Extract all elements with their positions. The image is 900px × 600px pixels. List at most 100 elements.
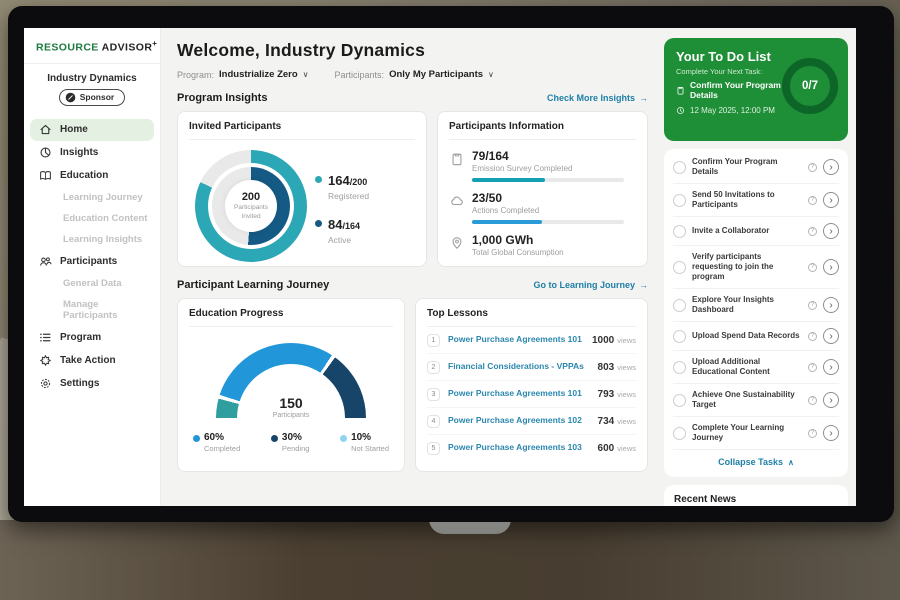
lesson-views-suffix: views [617, 444, 636, 453]
sidebar-item[interactable]: Manage Participants [30, 295, 154, 326]
filter-dropdown[interactable]: Program: Industrialize Zero ∨ [177, 69, 309, 80]
lesson-row: 4 Power Purchase Agreements 102 734 view… [427, 408, 636, 435]
card-title: Education Progress [189, 308, 393, 327]
chevron-right-icon[interactable]: › [823, 392, 839, 408]
task-label: Invite a Collaborator [692, 226, 802, 236]
stat-label: Emission Survey Completed [472, 164, 624, 173]
top-lessons-card: Top Lessons 1 Power Purchase Agreements … [415, 298, 648, 472]
lesson-title-link[interactable]: Power Purchase Agreements 101 [448, 389, 598, 398]
lesson-views: 1000 [592, 335, 614, 346]
stat-icon [450, 236, 464, 250]
check-more-insights-link[interactable]: Check More Insights→ [547, 93, 648, 103]
main-content: Welcome, Industry Dynamics Program: Indu… [161, 28, 658, 506]
sponsor-badge[interactable]: Sponsor [59, 89, 125, 106]
legend-label: Completed [204, 444, 240, 453]
sponsor-badge-label: Sponsor [80, 92, 114, 102]
chevron-right-icon[interactable]: › [823, 259, 839, 275]
info-icon[interactable]: ? [808, 263, 817, 272]
section-title-learning-journey: Participant Learning Journey [177, 279, 329, 291]
info-icon[interactable]: ? [808, 363, 817, 372]
task-row[interactable]: Complete Your Learning Journey ? › [673, 417, 839, 450]
app-logo: RESOURCE ADVISOR+ [24, 28, 160, 64]
lesson-title-link[interactable]: Power Purchase Agreements 102 [448, 416, 598, 425]
chevron-down-icon: ∨ [303, 70, 309, 79]
chevron-right-icon[interactable]: › [823, 297, 839, 313]
info-icon[interactable]: ? [808, 301, 817, 310]
sidebar-item[interactable]: Education Content [30, 209, 154, 229]
sidebar-item-icon [39, 331, 52, 344]
gauge-center-label: Participants [216, 412, 366, 419]
legend-label: Not Started [351, 444, 389, 453]
sidebar-item[interactable]: Education [30, 165, 154, 187]
task-row[interactable]: Verify participants requesting to join t… [673, 246, 839, 289]
task-label: Send 50 Invitations to Participants [692, 190, 802, 210]
lesson-row: 2 Financial Considerations - VPPAs 803 v… [427, 354, 636, 381]
recent-news-title: Recent News [674, 494, 838, 506]
filter-dropdown[interactable]: Participants: Only My Participants ∨ [335, 69, 494, 80]
task-checkbox[interactable] [673, 261, 686, 274]
info-icon[interactable]: ? [808, 429, 817, 438]
task-row[interactable]: Confirm Your Program Details ? › [673, 151, 839, 184]
legend-item: 84/164 Active [315, 216, 369, 245]
legend-value: 60% [204, 432, 240, 443]
sidebar-item-label: Education [60, 170, 108, 181]
lesson-title-link[interactable]: Financial Considerations - VPPAs [448, 362, 598, 371]
task-row[interactable]: Invite a Collaborator ? › [673, 217, 839, 246]
chevron-right-icon[interactable]: › [823, 223, 839, 239]
lesson-title-link[interactable]: Power Purchase Agreements 101 [448, 335, 592, 344]
task-label: Verify participants requesting to join t… [692, 252, 802, 282]
sidebar-item[interactable]: Learning Journey [30, 188, 154, 208]
sidebar-item[interactable]: Home [30, 119, 154, 141]
lesson-row: 5 Power Purchase Agreements 103 600 view… [427, 435, 636, 461]
task-row[interactable]: Explore Your Insights Dashboard ? › [673, 289, 839, 322]
lesson-title-link[interactable]: Power Purchase Agreements 103 [448, 443, 598, 452]
info-icon[interactable]: ? [808, 163, 817, 172]
legend-item: 60% Completed [193, 432, 240, 453]
info-icon[interactable]: ? [808, 227, 817, 236]
recent-news-card: Recent News [664, 485, 848, 506]
sidebar-item[interactable]: Participants [30, 251, 154, 273]
task-checkbox[interactable] [673, 299, 686, 312]
task-checkbox[interactable] [673, 161, 686, 174]
lesson-views: 803 [598, 362, 615, 373]
info-icon[interactable]: ? [808, 196, 817, 205]
task-row[interactable]: Send 50 Invitations to Participants ? › [673, 184, 839, 217]
filter-value[interactable]: Only My Participants [389, 69, 483, 80]
task-checkbox[interactable] [673, 361, 686, 374]
task-checkbox[interactable] [673, 194, 686, 207]
chevron-right-icon[interactable]: › [823, 425, 839, 441]
lesson-views: 793 [598, 389, 615, 400]
lesson-views-suffix: views [617, 417, 636, 426]
chevron-right-icon[interactable]: › [823, 359, 839, 375]
info-icon[interactable]: ? [808, 396, 817, 405]
task-checkbox[interactable] [673, 394, 686, 407]
collapse-tasks-link[interactable]: Collapse Tasks∧ [673, 450, 839, 475]
sidebar-item-label: Take Action [60, 355, 116, 366]
go-to-learning-journey-link[interactable]: Go to Learning Journey→ [533, 280, 648, 290]
sidebar-item[interactable]: Program [30, 327, 154, 349]
stat-label: Total Global Consumption [472, 248, 564, 257]
task-row[interactable]: Upload Additional Educational Content ? … [673, 351, 839, 384]
info-icon[interactable]: ? [808, 332, 817, 341]
sidebar-item[interactable]: Settings [30, 373, 154, 395]
gauge-center-value: 150 [216, 395, 366, 411]
sidebar-item[interactable]: Insights [30, 142, 154, 164]
legend-dot [315, 220, 322, 227]
sidebar-item[interactable]: Take Action [30, 350, 154, 372]
sidebar-item-icon [39, 255, 52, 268]
chevron-right-icon[interactable]: › [823, 328, 839, 344]
task-row[interactable]: Upload Spend Data Records ? › [673, 322, 839, 351]
task-checkbox[interactable] [673, 330, 686, 343]
dashboard-screen: RESOURCE ADVISOR+ Industry Dynamics Spon… [24, 28, 856, 506]
chevron-right-icon[interactable]: › [823, 159, 839, 175]
sidebar-item[interactable]: Learning Insights [30, 230, 154, 250]
filter-value[interactable]: Industrialize Zero [219, 69, 298, 80]
todo-header-card: Your To Do List Complete Your Next Task:… [664, 38, 848, 141]
task-checkbox[interactable] [673, 225, 686, 238]
chevron-right-icon[interactable]: › [823, 192, 839, 208]
sidebar-item[interactable]: General Data [30, 274, 154, 294]
lesson-row: 1 Power Purchase Agreements 101 1000 vie… [427, 327, 636, 354]
task-row[interactable]: Achieve One Sustainability Target ? › [673, 384, 839, 417]
task-checkbox[interactable] [673, 427, 686, 440]
task-label: Confirm Your Program Details [692, 157, 802, 177]
